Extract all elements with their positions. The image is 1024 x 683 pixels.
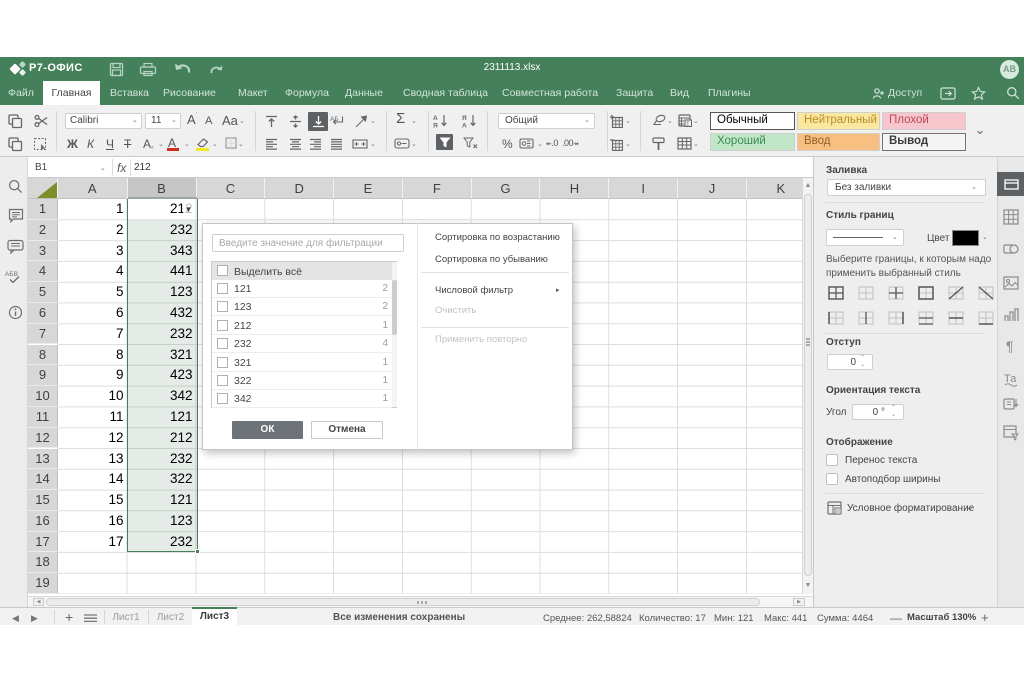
svg-text:АБВ: АБВ: [5, 271, 18, 278]
svg-text:Я: Я: [462, 115, 467, 122]
svg-text:¶: ¶: [1006, 338, 1014, 354]
svg-text:Та: Та: [1004, 373, 1017, 385]
svg-text:Я: Я: [433, 123, 438, 129]
svg-text:Σ: Σ: [686, 121, 690, 127]
svg-text:А: А: [462, 123, 467, 129]
svg-text:А: А: [433, 115, 438, 122]
